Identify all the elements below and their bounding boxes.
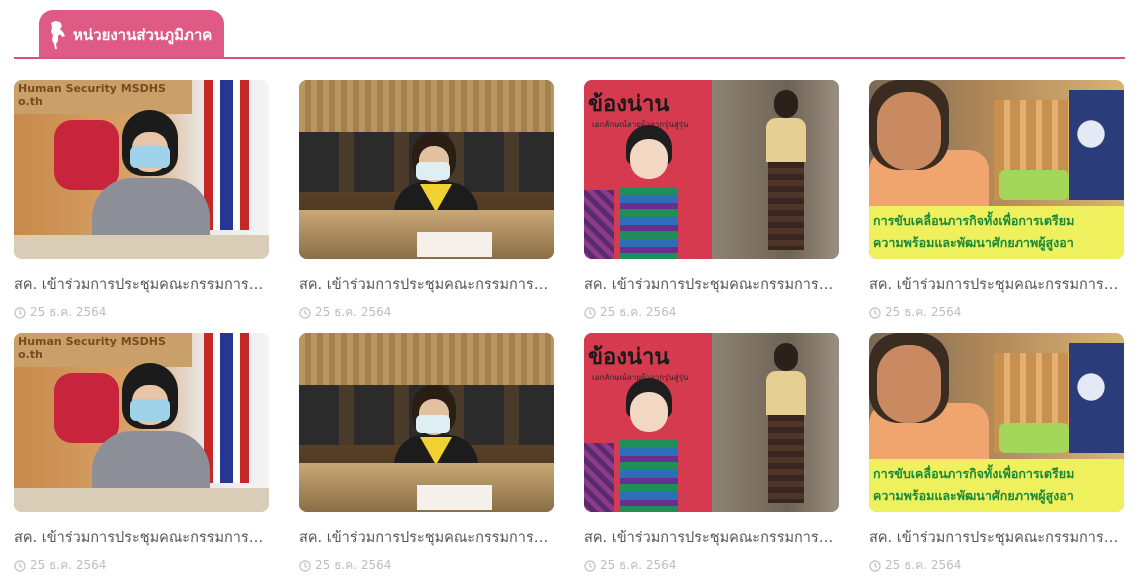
news-thumbnail[interactable]: การขับเคลื่อนภารกิจทั้งเพื่อการเตรียม คว… [869,333,1124,512]
poster-title: ข้องน่าน [588,92,670,117]
banner-line-2: ความพร้อมและพัฒนาศักยภาพผู้สูงอา [873,235,1074,250]
news-thumbnail[interactable]: Human Security MSDHS o.th [14,80,269,259]
image-banner: การขับเคลื่อนภารกิจทั้งเพื่อการเตรียม คว… [869,459,1124,512]
news-date-text: 25 ธ.ค. 2564 [885,558,962,572]
banner-line-2: ความพร้อมและพัฒนาศักยภาพผู้สูงอา [873,488,1074,503]
news-date: 25 ธ.ค. 2564 [299,303,554,322]
clock-icon [14,559,26,572]
news-card[interactable]: การขับเคลื่อนภารกิจทั้งเพื่อการเตรียม คว… [869,333,1124,575]
news-card[interactable]: การขับเคลื่อนภารกิจทั้งเพื่อการเตรียม คว… [869,80,1124,322]
news-thumbnail[interactable] [299,80,554,259]
news-title[interactable]: สค. เข้าร่วมการประชุมคณะกรรมการด้านการส่… [584,273,839,296]
section-header: หน่วยงานส่วนภูมิภาค [14,0,1125,62]
news-date-text: 25 ธ.ค. 2564 [30,305,107,319]
news-date: 25 ธ.ค. 2564 [14,303,269,322]
section-title: หน่วยงานส่วนภูมิภาค [73,25,213,44]
news-card[interactable]: Human Security MSDHS o.th สค. เข้าร่วมกา… [14,80,269,322]
clock-icon [299,306,311,319]
desk [14,488,269,512]
section-divider [14,57,1125,59]
news-date-text: 25 ธ.ค. 2564 [30,558,107,572]
news-title[interactable]: สค. เข้าร่วมการประชุมคณะกรรมการด้านการส่… [14,273,269,296]
news-date: 25 ธ.ค. 2564 [14,556,269,575]
clock-icon [869,559,881,572]
news-title[interactable]: สค. เข้าร่วมการประชุมคณะกรรมการด้านการส่… [299,273,554,296]
clock-icon [584,306,596,319]
news-thumbnail[interactable]: การขับเคลื่อนภารกิจทั้งเพื่อการเตรียม คว… [869,80,1124,259]
clock-icon [299,559,311,572]
news-thumbnail[interactable] [299,333,554,512]
textile-poster: ข้องน่าน เอกลักษณ์ลายผ้าจากรุ่นสู่รุ่น [584,80,712,259]
banner-line-1: การขับเคลื่อนภารกิจทั้งเพื่อการเตรียม [873,466,1075,481]
image-banner: การขับเคลื่อนภารกิจทั้งเพื่อการเตรียม คว… [869,206,1124,259]
news-date-text: 25 ธ.ค. 2564 [315,305,392,319]
news-date-text: 25 ธ.ค. 2564 [885,305,962,319]
news-date-text: 25 ธ.ค. 2564 [315,558,392,572]
news-date-text: 25 ธ.ค. 2564 [600,558,677,572]
weaver-figure [762,343,810,503]
banner-line-1: การขับเคลื่อนภารกิจทั้งเพื่อการเตรียม [873,213,1075,228]
news-thumbnail[interactable]: ข้องน่าน เอกลักษณ์ลายผ้าจากรุ่นสู่รุ่น [584,333,839,512]
news-date: 25 ธ.ค. 2564 [299,556,554,575]
news-card[interactable]: สค. เข้าร่วมการประชุมคณะกรรมการด้านการส่… [299,333,554,575]
news-date: 25 ธ.ค. 2564 [869,303,1124,322]
thailand-map-icon [51,20,65,49]
thai-flag [204,80,249,230]
news-title[interactable]: สค. เข้าร่วมการประชุมคณะกรรมการด้านการส่… [584,526,839,549]
news-title[interactable]: สค. เข้าร่วมการประชุมคณะกรรมการด้านการส่… [869,273,1124,296]
clock-icon [869,306,881,319]
thai-flag [204,333,249,483]
clock-icon [584,559,596,572]
poster-title: ข้องน่าน [588,345,670,370]
news-title[interactable]: สค. เข้าร่วมการประชุมคณะกรรมการด้านการส่… [299,526,554,549]
news-thumbnail[interactable]: ข้องน่าน เอกลักษณ์ลายผ้าจากรุ่นสู่รุ่น [584,80,839,259]
news-title[interactable]: สค. เข้าร่วมการประชุมคณะกรรมการด้านการส่… [14,526,269,549]
news-date: 25 ธ.ค. 2564 [584,303,839,322]
weaver-figure [762,90,810,250]
news-date: 25 ธ.ค. 2564 [869,556,1124,575]
news-card[interactable]: ข้องน่าน เอกลักษณ์ลายผ้าจากรุ่นสู่รุ่น ส… [584,333,839,575]
textile-poster: ข้องน่าน เอกลักษณ์ลายผ้าจากรุ่นสู่รุ่น [584,333,712,512]
section-tab[interactable]: หน่วยงานส่วนภูมิภาค [39,10,225,59]
wall-sign: Human Security MSDHS o.th [14,80,192,114]
news-date-text: 25 ธ.ค. 2564 [600,305,677,319]
news-card[interactable]: สค. เข้าร่วมการประชุมคณะกรรมการด้านการส่… [299,80,554,322]
desk [14,235,269,259]
news-card[interactable]: Human Security MSDHS o.th สค. เข้าร่วมกา… [14,333,269,575]
wall-sign: Human Security MSDHS o.th [14,333,192,367]
news-thumbnail[interactable]: Human Security MSDHS o.th [14,333,269,512]
news-card[interactable]: ข้องน่าน เอกลักษณ์ลายผ้าจากรุ่นสู่รุ่น ส… [584,80,839,322]
clock-icon [14,306,26,319]
news-title[interactable]: สค. เข้าร่วมการประชุมคณะกรรมการด้านการส่… [869,526,1124,549]
news-date: 25 ธ.ค. 2564 [584,556,839,575]
